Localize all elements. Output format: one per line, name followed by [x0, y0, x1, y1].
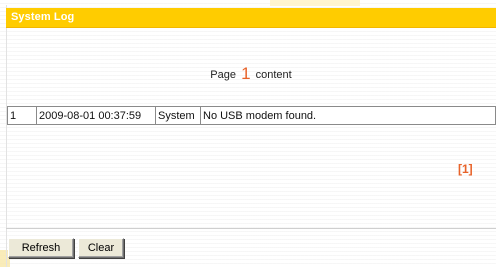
page-indicator-suffix: content	[255, 69, 292, 81]
panel-title: System Log	[11, 11, 75, 23]
clear-button[interactable]: Clear	[78, 238, 124, 258]
page-link-1[interactable]: [1]	[458, 162, 473, 176]
divider	[6, 228, 496, 229]
system-log-page: System Log Page 1 content 1 2009-08-01 0…	[0, 0, 496, 267]
log-time-cell: 2009-08-01 00:37:59	[36, 106, 156, 125]
table-row: 1 2009-08-01 00:37:59 System No USB mode…	[7, 106, 496, 125]
panel-title-bar: System Log	[6, 8, 496, 28]
current-page-number: 1	[241, 64, 251, 83]
page-indicator-prefix: Page	[210, 69, 236, 81]
log-source-cell: System	[155, 106, 201, 125]
log-message-cell: No USB modem found.	[200, 106, 496, 125]
log-index-cell: 1	[7, 106, 37, 125]
log-table: 1 2009-08-01 00:37:59 System No USB mode…	[7, 106, 496, 125]
refresh-button[interactable]: Refresh	[8, 238, 74, 258]
page-indicator: Page 1 content	[6, 64, 496, 84]
